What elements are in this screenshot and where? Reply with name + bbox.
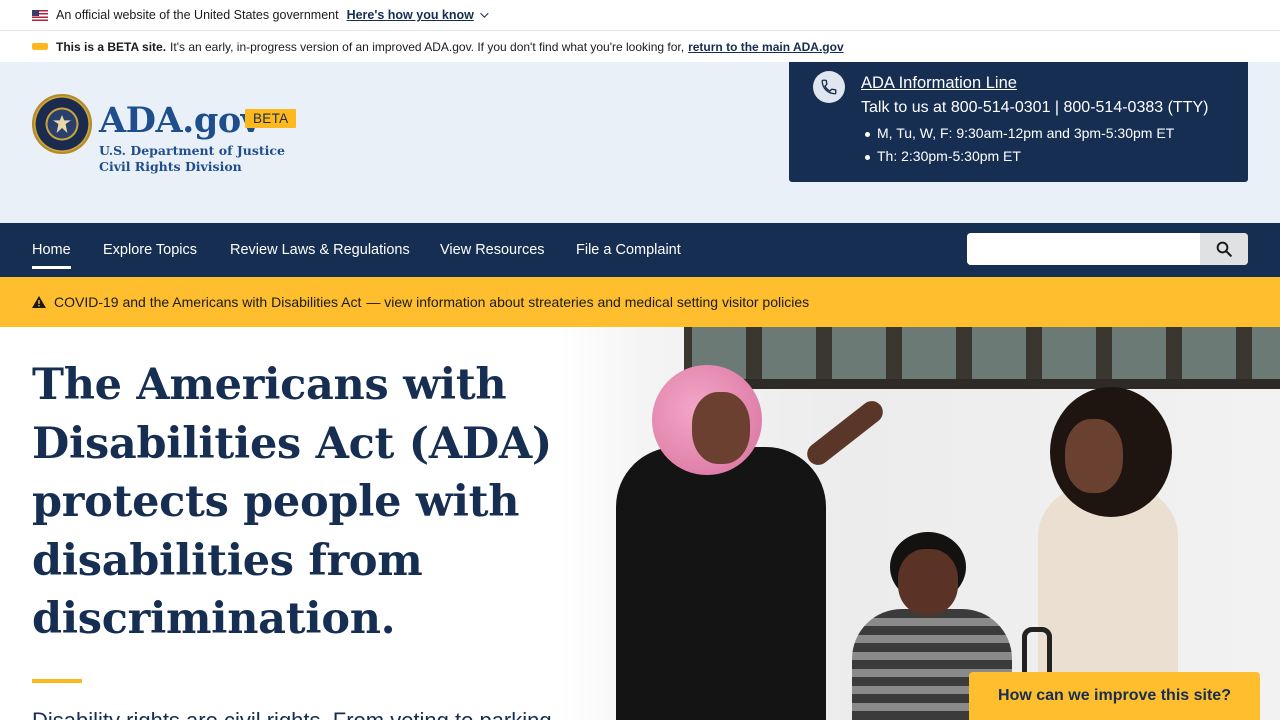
search-input[interactable] xyxy=(967,233,1200,265)
covid-alert: COVID-19 and the Americans with Disabili… xyxy=(0,277,1280,327)
ada-information-line-link[interactable]: ADA Information Line xyxy=(861,74,1017,93)
search-icon xyxy=(1216,241,1232,257)
beta-indicator-icon xyxy=(32,43,48,50)
info-line-hours-item: Th: 2:30pm-5:30pm ET xyxy=(865,148,1174,164)
chevron-down-icon xyxy=(480,9,489,18)
hero-photo xyxy=(560,327,1280,720)
search-button[interactable] xyxy=(1200,233,1248,265)
return-to-main-link[interactable]: return to the main ADA.gov xyxy=(688,40,844,54)
nav-item-view-resources[interactable]: View Resources xyxy=(440,242,545,258)
main-nav: Home Explore Topics Review Laws & Regula… xyxy=(0,223,1280,277)
ada-information-line-box: ADA Information Line Talk to us at 800-5… xyxy=(789,62,1248,182)
logo-subtitle: U.S. Department of Justice Civil Rights … xyxy=(99,143,285,175)
hero-divider xyxy=(32,679,82,683)
hero-title: The Americans with Disabilities Act (ADA… xyxy=(32,360,552,644)
gov-banner: An official website of the United States… xyxy=(0,0,1280,31)
us-flag-icon xyxy=(32,9,48,21)
beta-badge: BETA xyxy=(245,109,297,128)
nav-item-review-laws[interactable]: Review Laws & Regulations xyxy=(230,242,410,258)
beta-banner: This is a BETA site. It's an early, in-p… xyxy=(0,31,1280,62)
info-line-phone-numbers: Talk to us at 800-514-0301 | 800-514-038… xyxy=(861,99,1209,116)
beta-banner-text: It's an early, in-progress version of an… xyxy=(170,39,685,54)
info-line-hours-item: M, Tu, W, F: 9:30am-12pm and 3pm-5:30pm … xyxy=(865,125,1174,141)
info-line-hours: M, Tu, W, F: 9:30am-12pm and 3pm-5:30pm … xyxy=(865,125,1174,171)
site-header: ADA.gov BETA U.S. Department of Justice … xyxy=(0,62,1280,223)
alert-text: COVID-19 and the Americans with Disabili… xyxy=(54,294,362,310)
logo-subtitle-line2: Civil Rights Division xyxy=(99,159,242,174)
nav-item-explore-topics[interactable]: Explore Topics xyxy=(103,242,197,258)
nav-item-file-complaint[interactable]: File a Complaint xyxy=(576,242,681,258)
beta-strong-text: This is a BETA site. xyxy=(56,39,167,54)
heres-how-you-know-label: Here's how you know xyxy=(346,8,474,22)
logo-subtitle-line1: U.S. Department of Justice xyxy=(99,143,285,158)
nav-active-indicator xyxy=(32,266,71,269)
search-form xyxy=(967,233,1248,265)
warning-icon xyxy=(32,296,46,308)
phone-icon xyxy=(813,71,845,103)
feedback-button[interactable]: How can we improve this site? xyxy=(969,672,1260,720)
logo-title[interactable]: ADA.gov xyxy=(99,100,261,141)
hero: The Americans with Disabilities Act (ADA… xyxy=(0,327,1280,720)
gov-banner-text: An official website of the United States… xyxy=(56,8,339,22)
doj-seal-icon[interactable] xyxy=(32,94,92,154)
alert-link[interactable]: — view information about streateries and… xyxy=(366,294,809,310)
heres-how-you-know-link[interactable]: Here's how you know xyxy=(346,8,489,22)
nav-item-home[interactable]: Home xyxy=(32,242,71,258)
hero-subtitle: Disability rights are civil rights. From… xyxy=(32,708,552,720)
